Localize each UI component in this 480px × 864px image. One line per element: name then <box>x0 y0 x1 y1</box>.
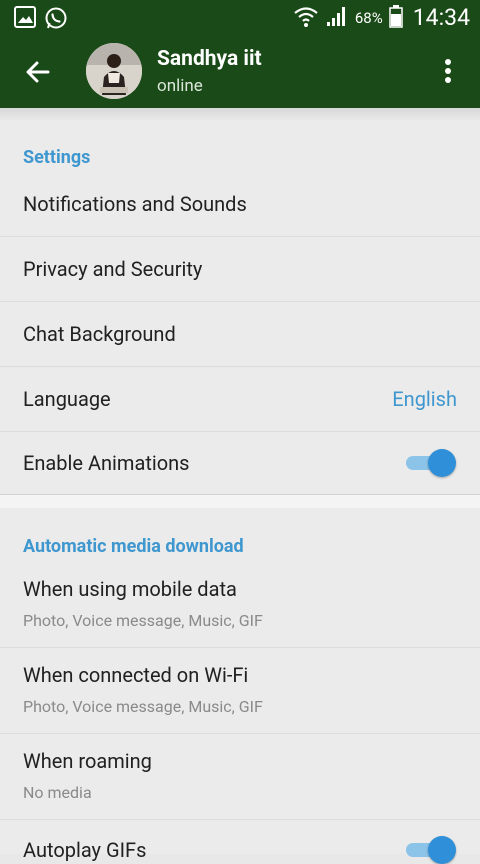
row-label: Chat Background <box>23 322 176 346</box>
row-label: Privacy and Security <box>23 257 203 281</box>
contact-name: Sandhya iit <box>157 47 262 71</box>
clock: 14:34 <box>412 4 470 31</box>
media-item-roaming[interactable]: When roaming No media <box>0 734 480 820</box>
settings-item-privacy[interactable]: Privacy and Security <box>0 237 480 302</box>
section-divider <box>0 494 480 509</box>
battery-percent: 68% <box>354 8 383 27</box>
row-label: When connected on Wi-Fi <box>23 663 249 687</box>
back-button[interactable] <box>24 58 52 86</box>
settings-section: Settings Notifications and Sounds Privac… <box>0 122 480 494</box>
media-item-mobile-data[interactable]: When using mobile data Photo, Voice mess… <box>0 562 480 648</box>
row-subtitle: No media <box>23 783 92 802</box>
row-subtitle: Photo, Voice message, Music, GIF <box>23 697 263 716</box>
avatar[interactable] <box>86 43 142 99</box>
enable-animations-toggle[interactable] <box>406 449 456 477</box>
settings-item-notifications[interactable]: Notifications and Sounds <box>0 172 480 237</box>
contact-status: online <box>157 76 203 96</box>
section-title: Settings <box>23 147 91 168</box>
arrow-left-icon <box>26 61 50 83</box>
media-download-section: Automatic media download When using mobi… <box>0 508 480 864</box>
language-value: English <box>392 387 457 411</box>
settings-item-enable-animations[interactable]: Enable Animations <box>0 432 480 494</box>
header-shadow <box>0 108 480 122</box>
row-label: Language <box>23 387 111 411</box>
row-subtitle: Photo, Voice message, Music, GIF <box>23 611 263 630</box>
more-vert-icon <box>445 59 451 83</box>
section-title: Automatic media download <box>23 536 244 557</box>
image-icon <box>14 6 36 34</box>
settings-item-language[interactable]: Language English <box>0 367 480 432</box>
more-options-button[interactable] <box>438 57 458 87</box>
wifi-icon <box>293 4 319 32</box>
row-label: When using mobile data <box>23 577 237 601</box>
row-label: Autoplay GIFs <box>23 838 147 862</box>
status-bar: 68% 14:34 <box>0 0 480 35</box>
row-label: Enable Animations <box>23 451 190 475</box>
whatsapp-icon <box>44 6 68 34</box>
row-label: Notifications and Sounds <box>23 192 247 216</box>
battery-icon <box>388 4 403 32</box>
media-item-autoplay-gifs[interactable]: Autoplay GIFs <box>0 820 480 864</box>
settings-item-chat-background[interactable]: Chat Background <box>0 302 480 367</box>
media-item-wifi[interactable]: When connected on Wi-Fi Photo, Voice mes… <box>0 648 480 734</box>
toggle-thumb <box>428 836 456 864</box>
row-label: When roaming <box>23 749 152 773</box>
signal-icon <box>325 4 349 32</box>
avatar-photo <box>86 43 142 99</box>
app-bar: Sandhya iit online <box>0 35 480 108</box>
toggle-thumb <box>428 449 456 477</box>
autoplay-gifs-toggle[interactable] <box>406 836 456 864</box>
